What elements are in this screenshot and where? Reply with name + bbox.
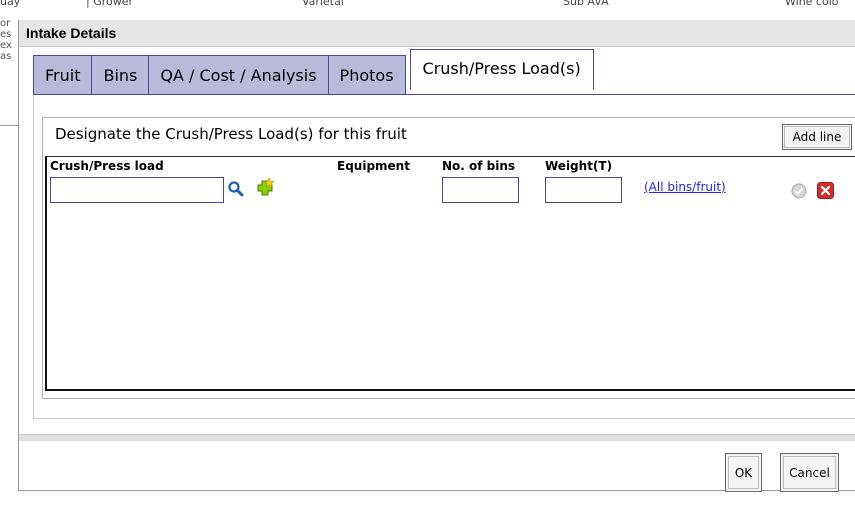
bg-header-sub-ava: Sub AVA — [563, 0, 609, 8]
tab-fruit[interactable]: Fruit — [33, 55, 93, 95]
footer-separator — [19, 434, 855, 441]
column-header-no-of-bins: No. of bins — [442, 159, 516, 173]
bg-left-fragment: as — [0, 51, 12, 62]
delete-row-icon[interactable] — [817, 182, 834, 199]
all-bins-fruit-link[interactable]: (All bins/fruit) — [644, 180, 726, 194]
weight-input[interactable] — [545, 177, 622, 203]
tab-photos[interactable]: Photos — [328, 55, 406, 95]
bg-header-grower: | Grower — [86, 0, 134, 8]
cancel-button[interactable]: Cancel — [780, 453, 839, 492]
column-header-equipment: Equipment — [337, 159, 410, 173]
tab-qa-cost-analysis[interactable]: QA / Cost / Analysis — [149, 55, 329, 95]
tab-bar: Fruit Bins QA / Cost / Analysis Photos C… — [33, 49, 594, 95]
bg-header-day: uay — [0, 0, 21, 8]
ok-button[interactable]: OK — [725, 453, 762, 492]
column-header-crush-press-load: Crush/Press load — [50, 159, 164, 173]
bg-left-fragment: or — [0, 18, 11, 29]
crush-press-load-input[interactable] — [50, 177, 224, 203]
background-left-fragments: or es ex as — [0, 18, 18, 138]
column-header-weight: Weight(T) — [545, 159, 613, 173]
no-of-bins-input[interactable] — [442, 177, 519, 203]
crush-press-panel: Designate the Crush/Press Load(s) for th… — [33, 95, 855, 419]
section-title: Designate the Crush/Press Load(s) for th… — [55, 125, 407, 143]
bg-header-varietal: Varietal — [302, 0, 344, 8]
background-divider — [0, 125, 18, 126]
tab-crush-press-loads[interactable]: Crush/Press Load(s) — [409, 49, 594, 90]
intake-details-dialog: Intake Details Fruit Bins QA / Cost / An… — [18, 20, 855, 492]
bg-left-fragment: es — [0, 29, 12, 40]
add-new-icon[interactable] — [254, 177, 276, 199]
dialog-title: Intake Details — [19, 20, 855, 47]
search-icon[interactable] — [227, 180, 245, 198]
tab-bins[interactable]: Bins — [92, 55, 150, 95]
background-table-header: uay | Grower Varietal Sub AVA Wine colo — [0, 0, 855, 10]
bg-header-wine-color: Wine colo — [785, 0, 839, 8]
confirm-check-icon[interactable] — [791, 183, 807, 199]
add-line-button[interactable]: Add line — [782, 124, 852, 150]
crush-press-grid: Crush/Press load Equipment No. of bins W… — [45, 156, 855, 391]
bg-left-fragment: ex — [0, 40, 12, 51]
crush-press-section: Designate the Crush/Press Load(s) for th… — [42, 117, 855, 399]
